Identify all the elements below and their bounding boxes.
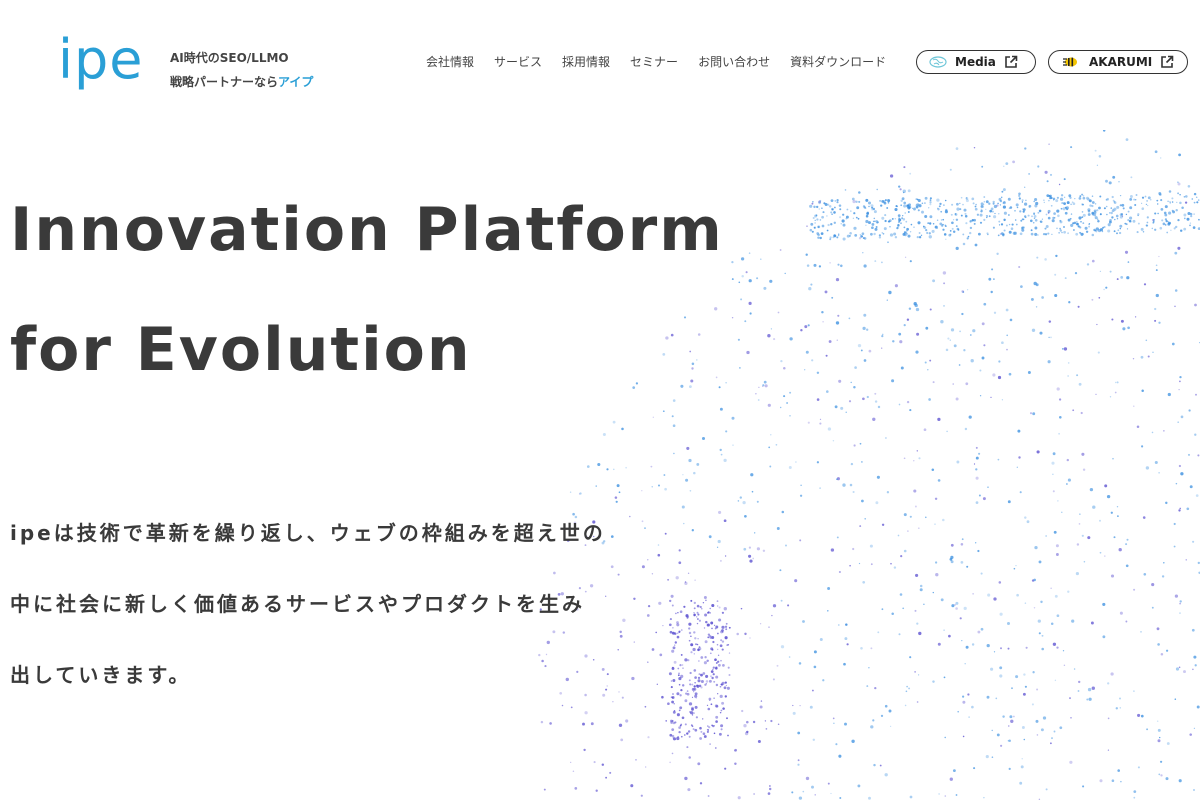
nav-recruit[interactable]: 採用情報: [552, 52, 620, 72]
nav-services[interactable]: サービス: [484, 52, 552, 72]
akarumi-button-label: AKARUMI: [1089, 55, 1153, 69]
media-button-label: Media: [955, 55, 996, 69]
hero-description-line-2: 中に社会に新しく価値あるサービスやプロダクトを生み: [10, 592, 585, 616]
hero-description-line-1: ipeは技術で革新を繰り返し、ウェブの枠組みを超え世の: [10, 521, 606, 545]
external-link-icon: [1005, 55, 1018, 68]
main-nav: 会社情報 サービス 採用情報 セミナー お問い合わせ 資料ダウンロード: [416, 52, 896, 72]
page: ipe AI時代のSEO/LLMO 戦略パートナーならアイプ 会社情報 サービス…: [0, 0, 1200, 800]
site-header: ipe AI時代のSEO/LLMO 戦略パートナーならアイプ 会社情報 サービス…: [0, 0, 1200, 120]
hero-title: Innovation Platform for Evolution: [10, 170, 724, 410]
hero-description: ipeは技術で革新を繰り返し、ウェブの枠組みを超え世の 中に社会に新しく価値ある…: [10, 498, 670, 711]
nav-contact[interactable]: お問い合わせ: [688, 52, 780, 72]
tagline-line-2: 戦略パートナーならアイプ: [170, 70, 313, 94]
nav-seminar[interactable]: セミナー: [620, 52, 688, 72]
media-button[interactable]: Media: [916, 50, 1036, 74]
external-link-icon: [1161, 55, 1174, 68]
hero-description-line-3: 出していきます。: [10, 663, 192, 687]
hero-title-line-2: for Evolution: [10, 315, 472, 385]
nav-company[interactable]: 会社情報: [416, 52, 484, 72]
tagline-accent: アイプ: [278, 75, 314, 89]
hero-title-line-1: Innovation Platform: [10, 195, 724, 265]
tagline-line-1: AI時代のSEO/LLMO: [170, 51, 289, 65]
akarumi-button[interactable]: AKARUMI: [1048, 50, 1188, 74]
brain-icon: [929, 56, 947, 68]
nav-download[interactable]: 資料ダウンロード: [780, 52, 896, 72]
logo-tagline: AI時代のSEO/LLMO 戦略パートナーならアイプ: [170, 46, 313, 94]
site-logo[interactable]: ipe: [58, 30, 144, 90]
tagline-prefix: 戦略パートナーなら: [170, 75, 279, 89]
bee-icon: [1063, 57, 1077, 67]
